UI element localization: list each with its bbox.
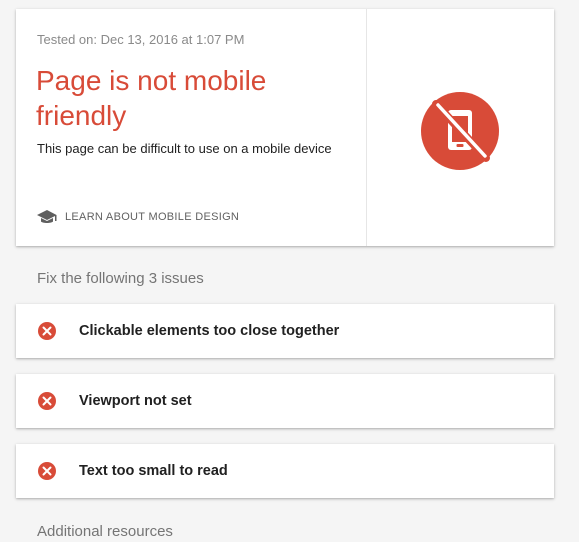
mobile-friendly-test-page: Tested on: Dec 13, 2016 at 1:07 PM Page …: [0, 0, 579, 542]
result-card: Tested on: Dec 13, 2016 at 1:07 PM Page …: [16, 9, 554, 246]
verdict-title: Page is not mobile friendly: [36, 65, 267, 131]
not-mobile-friendly-icon: [421, 92, 499, 170]
tested-on-timestamp: Tested on: Dec 13, 2016 at 1:07 PM: [37, 32, 245, 47]
graduation-cap-icon: [37, 209, 57, 225]
result-summary: Tested on: Dec 13, 2016 at 1:07 PM Page …: [16, 9, 367, 246]
issue-label: Text too small to read: [79, 463, 228, 479]
issues-heading: Fix the following 3 issues: [37, 270, 204, 287]
additional-resources-heading: Additional resources: [37, 523, 173, 540]
error-circle-icon: [38, 392, 56, 410]
issue-label: Clickable elements too close together: [79, 323, 340, 339]
learn-mobile-design-link[interactable]: LEARN ABOUT MOBILE DESIGN: [37, 209, 239, 225]
error-circle-icon: [38, 462, 56, 480]
issue-item[interactable]: Text too small to read: [16, 444, 554, 498]
issue-label: Viewport not set: [79, 393, 192, 409]
issue-item[interactable]: Viewport not set: [16, 374, 554, 428]
learn-mobile-design-label: LEARN ABOUT MOBILE DESIGN: [65, 211, 240, 223]
verdict-icon-panel: [367, 9, 554, 246]
issue-item[interactable]: Clickable elements too close together: [16, 304, 554, 358]
error-circle-icon: [38, 322, 56, 340]
verdict-description: This page can be difficult to use on a m…: [37, 141, 332, 156]
